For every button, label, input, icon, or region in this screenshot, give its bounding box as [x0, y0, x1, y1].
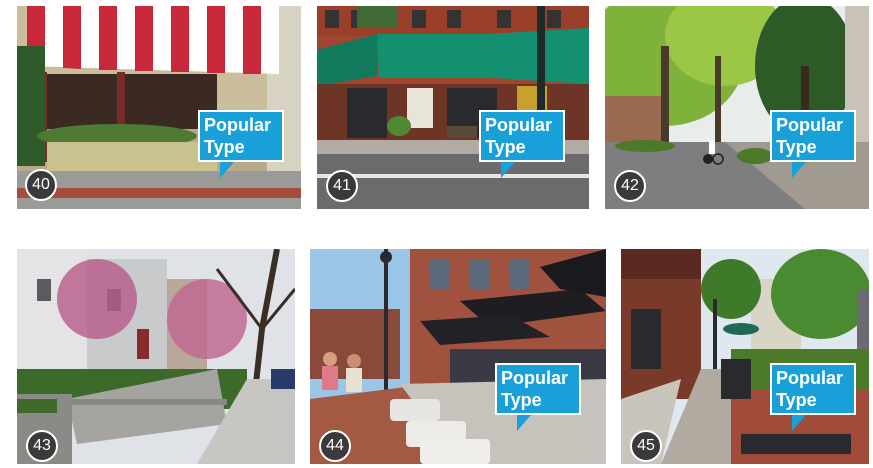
photo-card-40: 40 Popular Type — [17, 6, 301, 209]
popular-type-tag: Popular Type — [770, 110, 856, 162]
storefront-photo — [17, 6, 301, 209]
photo-card-44: 44 Popular Type — [310, 249, 606, 464]
item-number-badge: 45 — [630, 430, 662, 462]
popular-type-tag: Popular Type — [495, 363, 581, 415]
popular-type-tag: Popular Type — [198, 110, 284, 162]
photo-card-45: 45 Popular Type — [621, 249, 869, 464]
photo-card-41: 41 Popular Type — [317, 6, 589, 209]
photo-card-43: 43 — [17, 249, 295, 464]
tag-line-1: Popular — [485, 115, 553, 135]
tag-line-1: Popular — [204, 115, 272, 135]
tag-line-2: Type — [485, 137, 526, 157]
residential-photo — [17, 249, 295, 464]
downtown-sidewalk-photo — [621, 249, 869, 464]
tag-line-1: Popular — [776, 368, 844, 388]
tag-line-2: Type — [501, 390, 542, 410]
tag-pointer — [792, 162, 806, 178]
popular-type-tag: Popular Type — [770, 363, 856, 415]
item-number-badge: 41 — [326, 170, 358, 202]
tag-line-2: Type — [204, 137, 245, 157]
item-number-badge: 44 — [319, 430, 351, 462]
item-number-badge: 42 — [614, 170, 646, 202]
item-number-badge: 40 — [25, 169, 57, 201]
storefront-photo — [317, 6, 589, 209]
tag-line-1: Popular — [776, 115, 844, 135]
tag-pointer — [501, 162, 515, 178]
popular-type-tag: Popular Type — [479, 110, 565, 162]
tag-line-2: Type — [776, 390, 817, 410]
tag-line-1: Popular — [501, 368, 569, 388]
tag-pointer — [220, 162, 234, 178]
sidewalk-dining-photo — [310, 249, 606, 464]
photo-card-42: 42 Popular Type — [605, 6, 869, 209]
tag-pointer — [517, 415, 531, 431]
tag-pointer — [792, 415, 806, 431]
item-number-badge: 43 — [26, 430, 58, 462]
tag-line-2: Type — [776, 137, 817, 157]
